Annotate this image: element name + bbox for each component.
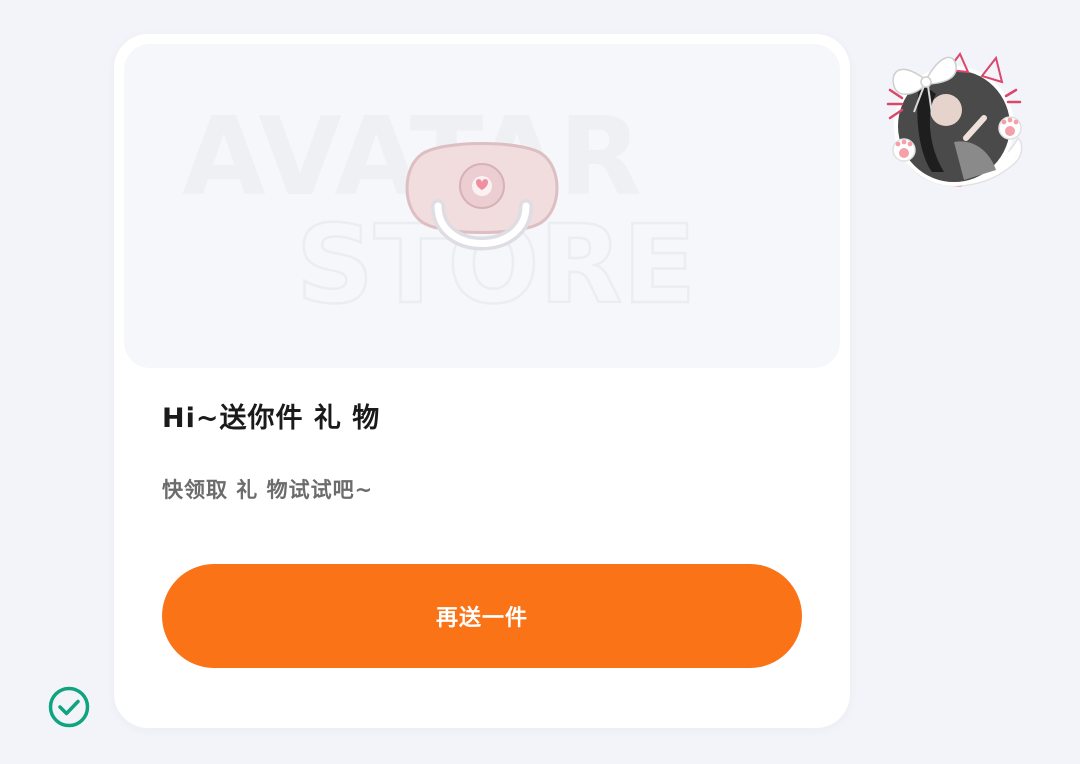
check-circle-icon: [48, 686, 90, 728]
user-avatar[interactable]: [884, 42, 1032, 198]
gift-subtitle: 快领取 礼 物试试吧~: [162, 478, 374, 502]
screen: AVATAR STORE Hi~送你件 礼 物 快领取 礼 物试试吧~ 再送一件: [0, 0, 1080, 764]
gift-card: AVATAR STORE Hi~送你件 礼 物 快领取 礼 物试试吧~ 再送一件: [114, 34, 850, 728]
pacifier-icon: [405, 142, 559, 251]
gift-banner: AVATAR STORE: [124, 44, 840, 368]
gift-title: Hi~送你件 礼 物: [162, 403, 381, 434]
send-another-button[interactable]: 再送一件: [162, 564, 802, 668]
send-another-button-label: 再送一件: [435, 606, 528, 631]
avatar-frame-icon: [886, 52, 1023, 187]
